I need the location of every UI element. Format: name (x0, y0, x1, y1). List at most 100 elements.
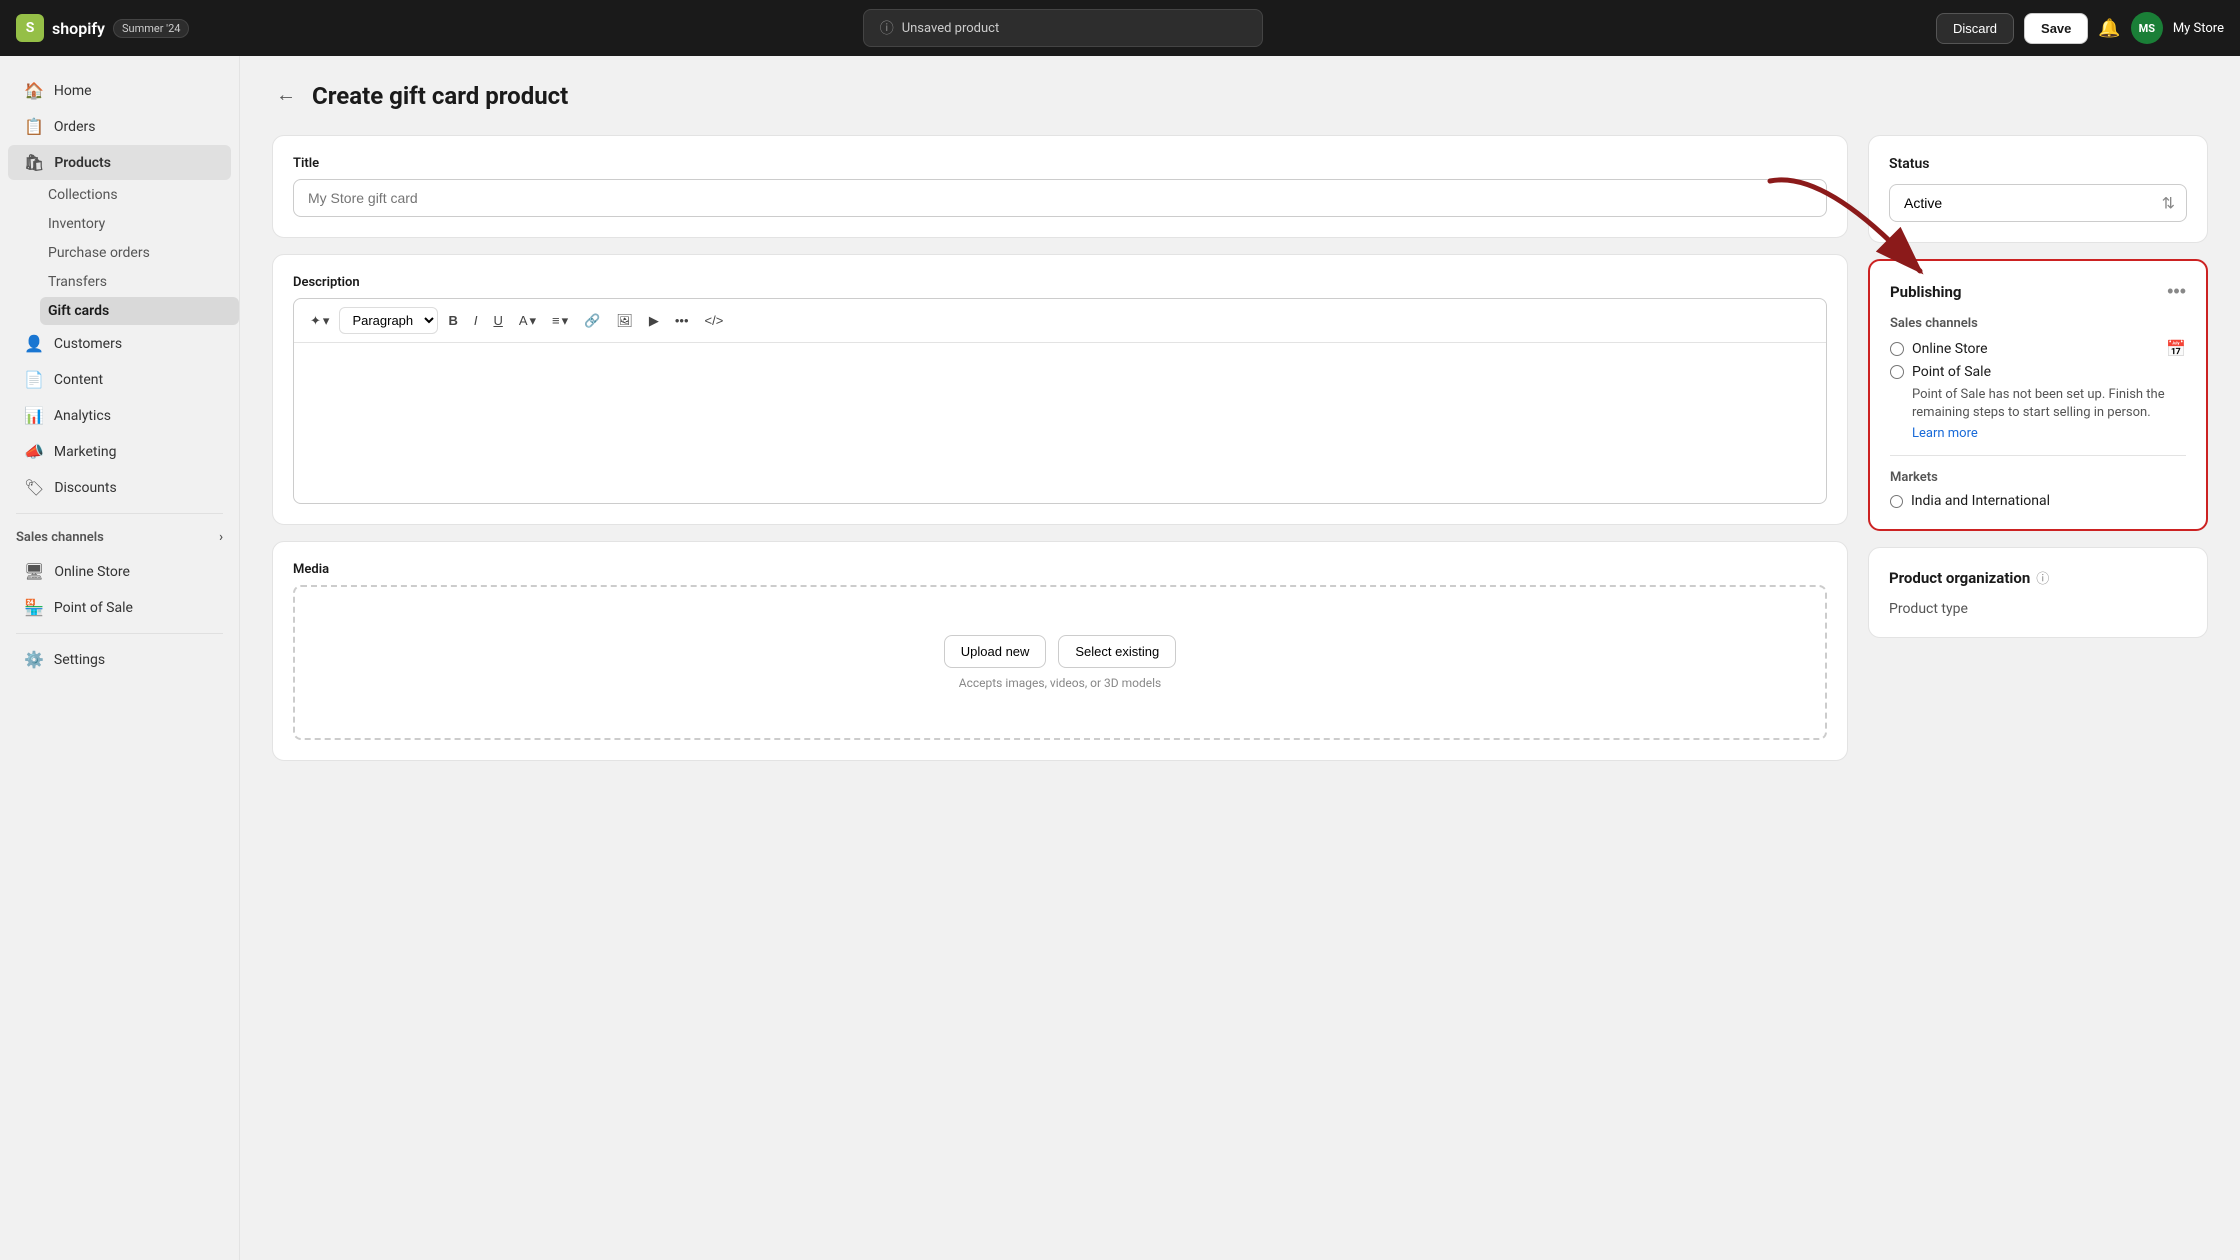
back-button[interactable]: ← (272, 80, 300, 111)
sidebar-analytics-label: Analytics (54, 408, 111, 424)
upload-new-button[interactable]: Upload new (944, 635, 1047, 668)
settings-icon: ⚙️ (24, 650, 44, 669)
marketing-icon: 📣 (24, 442, 44, 461)
products-icon: 🛍 (24, 153, 44, 172)
media-buttons: Upload new Select existing (315, 635, 1805, 668)
description-editor[interactable] (294, 343, 1826, 503)
notifications-icon[interactable]: 🔔 (2098, 18, 2120, 39)
learn-more-link[interactable]: Learn more (1912, 426, 1978, 441)
align-button[interactable]: ≡ ▾ (546, 309, 574, 333)
more-button[interactable]: ••• (669, 309, 695, 332)
product-org-title: Product organization (1889, 569, 2030, 587)
sidebar-item-transfers[interactable]: Transfers (40, 268, 239, 296)
publishing-more-button[interactable]: ••• (2167, 281, 2186, 302)
pos-channel-note: Point of Sale has not been set up. Finis… (1912, 386, 2186, 422)
product-type-label: Product type (1889, 601, 2187, 617)
sidebar-item-discounts[interactable]: 🏷 Discounts (8, 470, 231, 505)
channel-item-pos: Point of Sale (1890, 364, 2186, 380)
paragraph-select[interactable]: Paragraph (339, 307, 438, 334)
publishing-title: Publishing (1890, 283, 1962, 301)
sidebar-discounts-label: Discounts (54, 480, 116, 496)
discard-button[interactable]: Discard (1936, 13, 2014, 44)
sidebar-home-label: Home (54, 83, 92, 99)
sidebar-item-online-store[interactable]: 🖥 Online Store (8, 554, 231, 589)
product-org-info-icon: ⓘ (2036, 568, 2049, 587)
sidebar-divider (16, 513, 223, 514)
italic-button[interactable]: I (468, 309, 484, 332)
sidebar-item-purchase-orders[interactable]: Purchase orders (40, 239, 239, 267)
page-header: ← Create gift card product (272, 80, 2208, 111)
sidebar-item-products[interactable]: 🛍 Products (8, 145, 231, 180)
pos-icon: 🏪 (24, 598, 44, 617)
sidebar-sales-channels-header[interactable]: Sales channels › (0, 522, 239, 553)
status-select-wrapper: ActiveDraft (1889, 184, 2187, 222)
color-button[interactable]: A ▾ (513, 309, 542, 333)
info-icon: ⓘ (880, 18, 894, 38)
media-upload-area: Upload new Select existing Accepts image… (293, 585, 1827, 740)
pos-radio[interactable] (1890, 365, 1904, 379)
sidebar-item-inventory[interactable]: Inventory (40, 210, 239, 238)
topnav-center: ⓘ Unsaved product (201, 9, 1923, 47)
title-card: Title (272, 135, 1848, 238)
status-select[interactable]: ActiveDraft (1889, 184, 2187, 222)
sidebar-pos-label: Point of Sale (54, 600, 133, 616)
sidebar-item-settings[interactable]: ⚙️ Settings (8, 642, 231, 677)
editor-toolbar: ✦ ▾ Paragraph B I U A ▾ (294, 299, 1826, 343)
unsaved-label: Unsaved product (902, 21, 1000, 36)
status-label: Status (1889, 156, 2187, 172)
chevron-down-icon-align: ▾ (562, 313, 569, 329)
underline-button[interactable]: U (487, 309, 508, 332)
sidebar-item-customers[interactable]: 👤 Customers (8, 326, 231, 361)
logo: S shopify Summer '24 (16, 14, 189, 42)
online-store-channel-label: Online Store (1912, 341, 1988, 357)
status-card: Status ActiveDraft (1868, 135, 2208, 243)
publishing-card: Publishing ••• Sales channels Online Sto… (1868, 259, 2208, 531)
toolbar-format-btn[interactable]: ✦ ▾ (304, 309, 335, 333)
sidebar-item-gift-cards[interactable]: Gift cards (40, 297, 239, 325)
sidebar-item-content[interactable]: 📄 Content (8, 362, 231, 397)
sidebar-customers-label: Customers (54, 336, 122, 352)
sparkle-icon: ✦ (310, 313, 321, 329)
title-input[interactable] (293, 179, 1827, 217)
sidebar-item-orders[interactable]: 📋 Orders (8, 109, 231, 144)
save-button[interactable]: Save (2024, 13, 2088, 44)
pos-channel-group: Point of Sale Point of Sale has not been… (1890, 364, 2186, 441)
chevron-down-icon-color: ▾ (530, 313, 537, 329)
sidebar-content-label: Content (54, 372, 103, 388)
sidebar-settings-label: Settings (54, 652, 105, 668)
left-column: Title Description ✦ ▾ Paragraph B (272, 135, 1848, 777)
online-store-icon: 🖥 (24, 562, 44, 581)
chevron-right-icon: › (219, 530, 223, 545)
description-label: Description (293, 275, 1827, 290)
sidebar-item-analytics[interactable]: 📊 Analytics (8, 398, 231, 433)
analytics-icon: 📊 (24, 406, 44, 425)
publishing-divider (1890, 455, 2186, 456)
topnav-actions: Discard Save 🔔 MS My Store (1936, 12, 2224, 44)
sidebar-item-point-of-sale[interactable]: 🏪 Point of Sale (8, 590, 231, 625)
text-color-label: A (519, 313, 528, 328)
media-card: Media Upload new Select existing Accepts… (272, 541, 1848, 761)
india-market-label: India and International (1911, 493, 2050, 509)
online-store-radio[interactable] (1890, 342, 1904, 356)
media-label: Media (293, 562, 1827, 577)
sidebar: 🏠 Home 📋 Orders 🛍 Products Collections I… (0, 56, 240, 1260)
content-icon: 📄 (24, 370, 44, 389)
shopify-wordmark: shopify (52, 19, 105, 38)
code-button[interactable]: </> (699, 309, 730, 332)
sidebar-item-home[interactable]: 🏠 Home (8, 73, 231, 108)
bold-button[interactable]: B (442, 309, 463, 332)
image-button[interactable]: 🖼 (610, 309, 639, 333)
sidebar-item-marketing[interactable]: 📣 Marketing (8, 434, 231, 469)
sales-channels-label: Sales channels (16, 530, 104, 545)
customers-icon: 👤 (24, 334, 44, 353)
select-existing-button[interactable]: Select existing (1058, 635, 1176, 668)
summer-badge: Summer '24 (113, 19, 189, 38)
home-icon: 🏠 (24, 81, 44, 100)
align-label: ≡ (552, 313, 560, 328)
video-button[interactable]: ▶ (643, 309, 665, 333)
sidebar-item-collections[interactable]: Collections (40, 181, 239, 209)
orders-icon: 📋 (24, 117, 44, 136)
india-market-radio[interactable] (1890, 495, 1903, 508)
link-button[interactable]: 🔗 (578, 309, 606, 333)
topnav: S shopify Summer '24 ⓘ Unsaved product D… (0, 0, 2240, 56)
